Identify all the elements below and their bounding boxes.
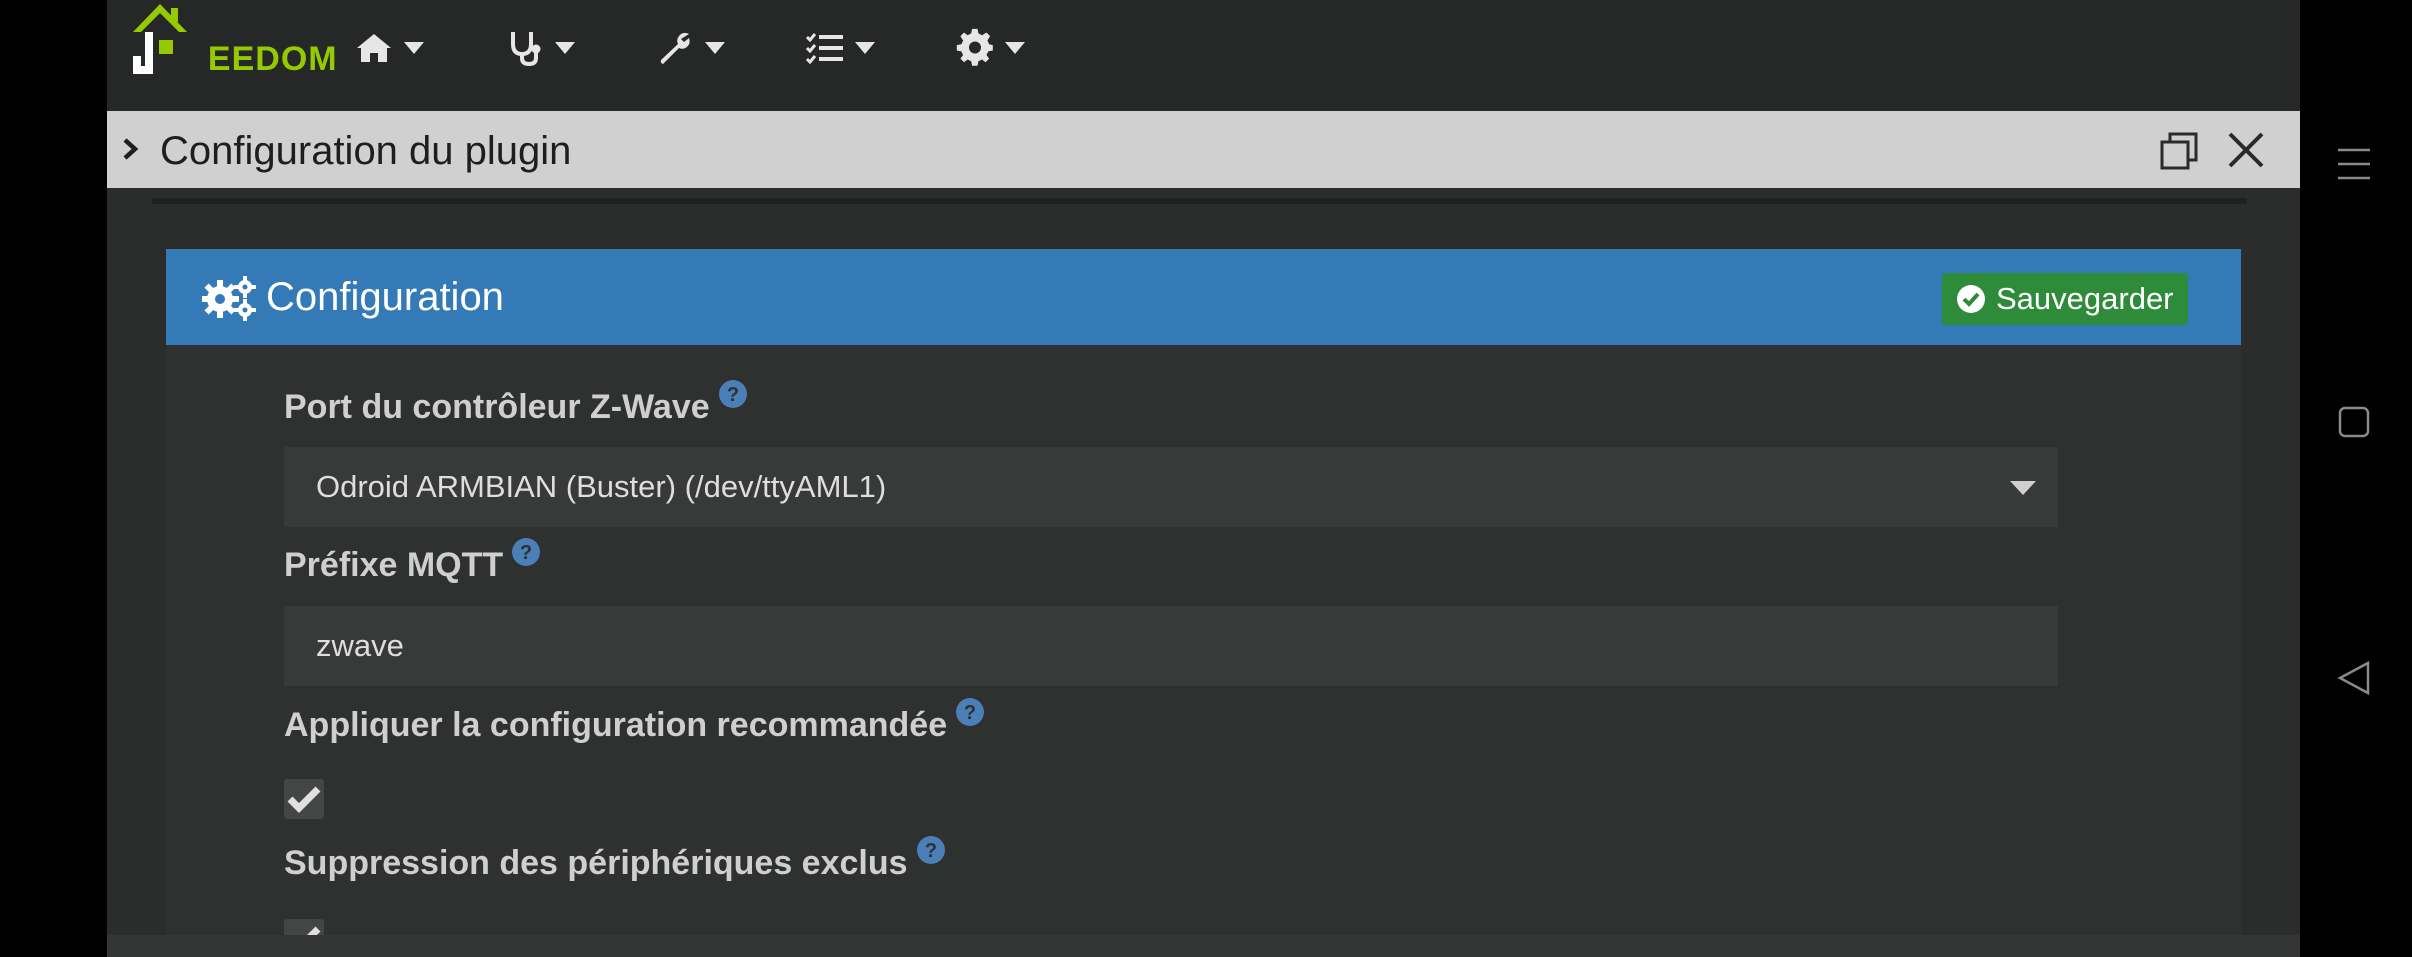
top-navbar: JEEDOM [107, 0, 2300, 111]
menu-icon[interactable] [2334, 146, 2374, 182]
divider [152, 198, 2247, 204]
android-navigation-bar [2300, 0, 2412, 957]
nav-tools-menu[interactable] [655, 26, 725, 70]
wrench-icon [660, 32, 690, 64]
nav-home-menu[interactable] [354, 26, 424, 70]
mqtt-prefix-label: Préfixe MQTT? [284, 538, 541, 586]
maximize-icon[interactable] [2159, 131, 2199, 171]
panel-title: Configuration [266, 275, 504, 319]
chevron-down-icon [2010, 481, 2036, 495]
nav-tasks-menu[interactable] [805, 26, 875, 70]
mqtt-prefix-label-text: Préfixe MQTT [284, 546, 504, 584]
nav-settings-menu[interactable] [955, 26, 1025, 70]
check-circle-icon [1957, 285, 1985, 313]
apply-recommended-label: Appliquer la configuration recommandée? [284, 698, 985, 746]
jeedom-logo[interactable]: JEEDOM [123, 0, 337, 84]
delete-excluded-checkbox[interactable] [284, 919, 324, 935]
mqtt-prefix-input-value: zwave [316, 628, 404, 663]
app-window: JEEDOM [107, 0, 2300, 957]
help-icon[interactable]: ? [916, 835, 946, 865]
apply-recommended-checkbox[interactable] [284, 779, 324, 819]
modal-titlebar: Configuration du plugin [107, 111, 2300, 188]
home-square-icon[interactable] [2334, 405, 2374, 441]
help-icon[interactable]: ? [718, 379, 748, 409]
gear-icon [956, 28, 993, 66]
save-button[interactable]: Sauvegarder [1942, 273, 2188, 325]
bottom-strip [107, 935, 2300, 957]
delete-excluded-label-text: Suppression des périphériques exclus [284, 844, 908, 882]
save-button-label: Sauvegarder [1996, 281, 2174, 316]
help-icon[interactable]: ? [511, 537, 541, 567]
svg-text:?: ? [520, 542, 532, 564]
svg-text:?: ? [727, 384, 739, 406]
configuration-panel: Configuration Sauvegarder Port du contrô… [166, 249, 2241, 935]
home-icon [357, 34, 391, 62]
chevron-down-icon [404, 42, 424, 54]
gears-icon [202, 276, 256, 321]
logo-text: JEEDOM [188, 42, 338, 76]
svg-text:?: ? [964, 702, 976, 724]
back-icon[interactable] [2334, 660, 2374, 696]
chevron-right-icon[interactable] [121, 137, 139, 161]
logo-text-green: EEDOM [207, 40, 338, 78]
modal-title: Configuration du plugin [160, 129, 572, 173]
mqtt-prefix-input[interactable]: zwave [284, 606, 2058, 686]
chevron-down-icon [555, 42, 575, 54]
port-select[interactable]: Odroid ARMBIAN (Buster) (/dev/ttyAML1) [284, 447, 2058, 527]
port-label-text: Port du contrôleur Z-Wave [284, 388, 710, 426]
close-icon[interactable] [2227, 131, 2265, 169]
chevron-down-icon [1005, 42, 1025, 54]
logo-text-white: J [188, 40, 208, 78]
port-label: Port du contrôleur Z-Wave? [284, 380, 748, 428]
stethoscope-icon [511, 32, 541, 67]
chevron-down-icon [705, 42, 725, 54]
apply-recommended-label-text: Appliquer la configuration recommandée [284, 706, 948, 744]
panel-header: Configuration Sauvegarder [166, 249, 2241, 345]
checkmark-icon [307, 926, 321, 935]
help-icon[interactable]: ? [955, 697, 985, 727]
tasks-icon [805, 33, 843, 65]
port-select-value: Odroid ARMBIAN (Buster) (/dev/ttyAML1) [316, 469, 887, 504]
nav-analysis-menu[interactable] [505, 26, 575, 70]
delete-excluded-label: Suppression des périphériques exclus? [284, 836, 946, 884]
svg-text:?: ? [924, 840, 936, 862]
checkmark-icon [287, 786, 321, 813]
chevron-down-icon [855, 42, 875, 54]
